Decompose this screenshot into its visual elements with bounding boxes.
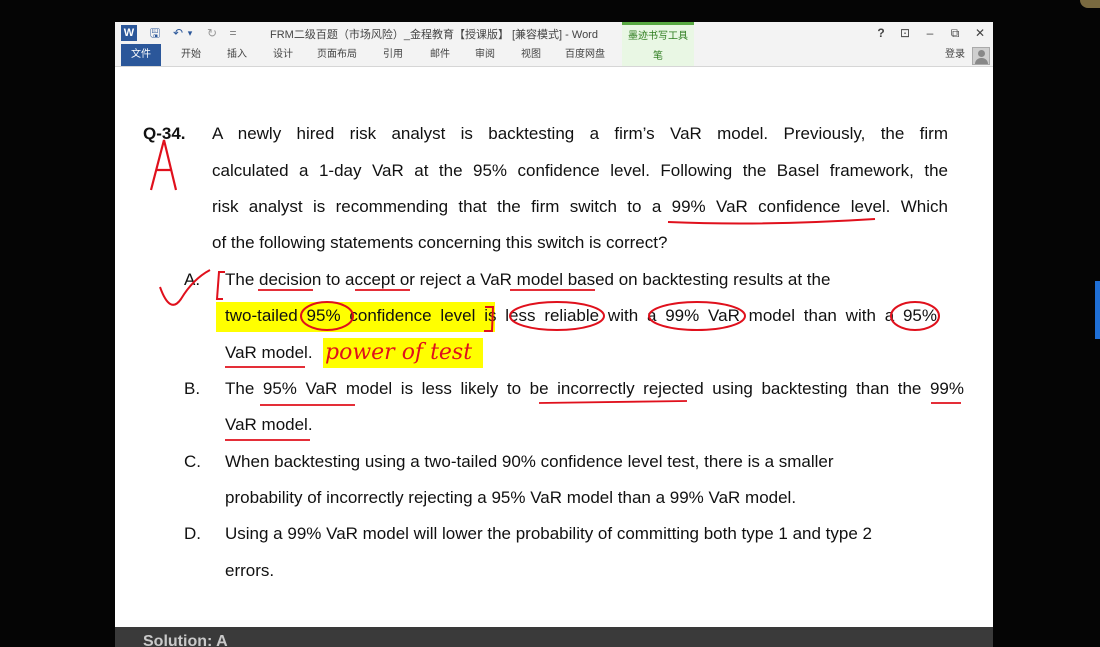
customize-toolbar-icon[interactable]: = bbox=[227, 25, 239, 41]
ink-circle bbox=[890, 301, 940, 331]
tab-review[interactable]: 审阅 bbox=[465, 44, 505, 66]
solution-label: Solution: A bbox=[143, 633, 228, 647]
tab-mailings[interactable]: 邮件 bbox=[420, 44, 460, 66]
ribbon-display-options-icon[interactable]: ⊡ bbox=[896, 25, 914, 41]
scrollbar-accent[interactable] bbox=[1095, 281, 1100, 339]
undo-icon[interactable]: ↶ bbox=[171, 25, 185, 41]
avatar-head-shape bbox=[978, 50, 985, 57]
ink-circle bbox=[300, 301, 354, 331]
document-page[interactable]: Q-34. A newly hired risk analyst is back… bbox=[115, 67, 993, 647]
tab-references[interactable]: 引用 bbox=[373, 44, 413, 66]
window-title: FRM二级百题（市场风险）_金程教育【授课版】 [兼容模式] - Word bbox=[270, 29, 598, 41]
save-icon[interactable]: 🖫 bbox=[147, 25, 163, 41]
avatar[interactable] bbox=[972, 47, 990, 65]
redo-icon[interactable]: ↻ bbox=[205, 25, 219, 41]
ink-tools-group-label: 墨迹书写工具 bbox=[628, 31, 688, 42]
ink-circle bbox=[648, 301, 746, 331]
restore-button[interactable]: ⧉ bbox=[946, 25, 964, 41]
ink-tools-tab-group: 墨迹书写工具 笔 bbox=[622, 22, 694, 66]
ink-circle bbox=[509, 301, 605, 331]
handwritten-note: power of test bbox=[325, 340, 473, 365]
avatar-body-shape bbox=[975, 58, 988, 64]
tab-insert[interactable]: 插入 bbox=[219, 44, 255, 66]
tab-file[interactable]: 文件 bbox=[121, 44, 161, 66]
tab-design[interactable]: 设计 bbox=[265, 44, 301, 66]
ribbon-tabs: 文件 开始 插入 设计 页面布局 引用 邮件 审阅 视图 百度网盘 登录 bbox=[115, 44, 993, 67]
corner-decoration bbox=[1080, 0, 1100, 8]
tab-home[interactable]: 开始 bbox=[173, 44, 209, 66]
ink-underline bbox=[667, 218, 876, 225]
checkmark-ink bbox=[159, 269, 211, 306]
title-bar: W 🖫 ↶ ▾ ↻ = FRM二级百题（市场风险）_金程教育【授课版】 [兼容模… bbox=[115, 22, 993, 44]
close-button[interactable]: ✕ bbox=[971, 25, 989, 41]
ink-underline bbox=[225, 400, 961, 441]
ink-annotations bbox=[149, 139, 961, 441]
tab-baidu-netdisk[interactable]: 百度网盘 bbox=[559, 44, 611, 66]
undo-dropdown-icon[interactable]: ▾ bbox=[185, 25, 195, 41]
ink-bracket bbox=[484, 306, 495, 332]
status-strip: Solution: A bbox=[115, 627, 993, 647]
ink-bracket bbox=[215, 271, 225, 300]
tab-page-layout[interactable]: 页面布局 bbox=[313, 44, 361, 66]
help-button[interactable]: ? bbox=[872, 25, 890, 41]
sign-in-link[interactable]: 登录 bbox=[945, 44, 965, 66]
tab-view[interactable]: 视图 bbox=[511, 44, 551, 66]
tab-pens[interactable]: 笔 bbox=[622, 47, 694, 62]
word-app-icon[interactable]: W bbox=[121, 25, 137, 41]
answer-mark-a bbox=[149, 139, 178, 191]
minimize-button[interactable]: – bbox=[921, 25, 939, 41]
word-window: W 🖫 ↶ ▾ ↻ = FRM二级百题（市场风险）_金程教育【授课版】 [兼容模… bbox=[115, 22, 993, 647]
